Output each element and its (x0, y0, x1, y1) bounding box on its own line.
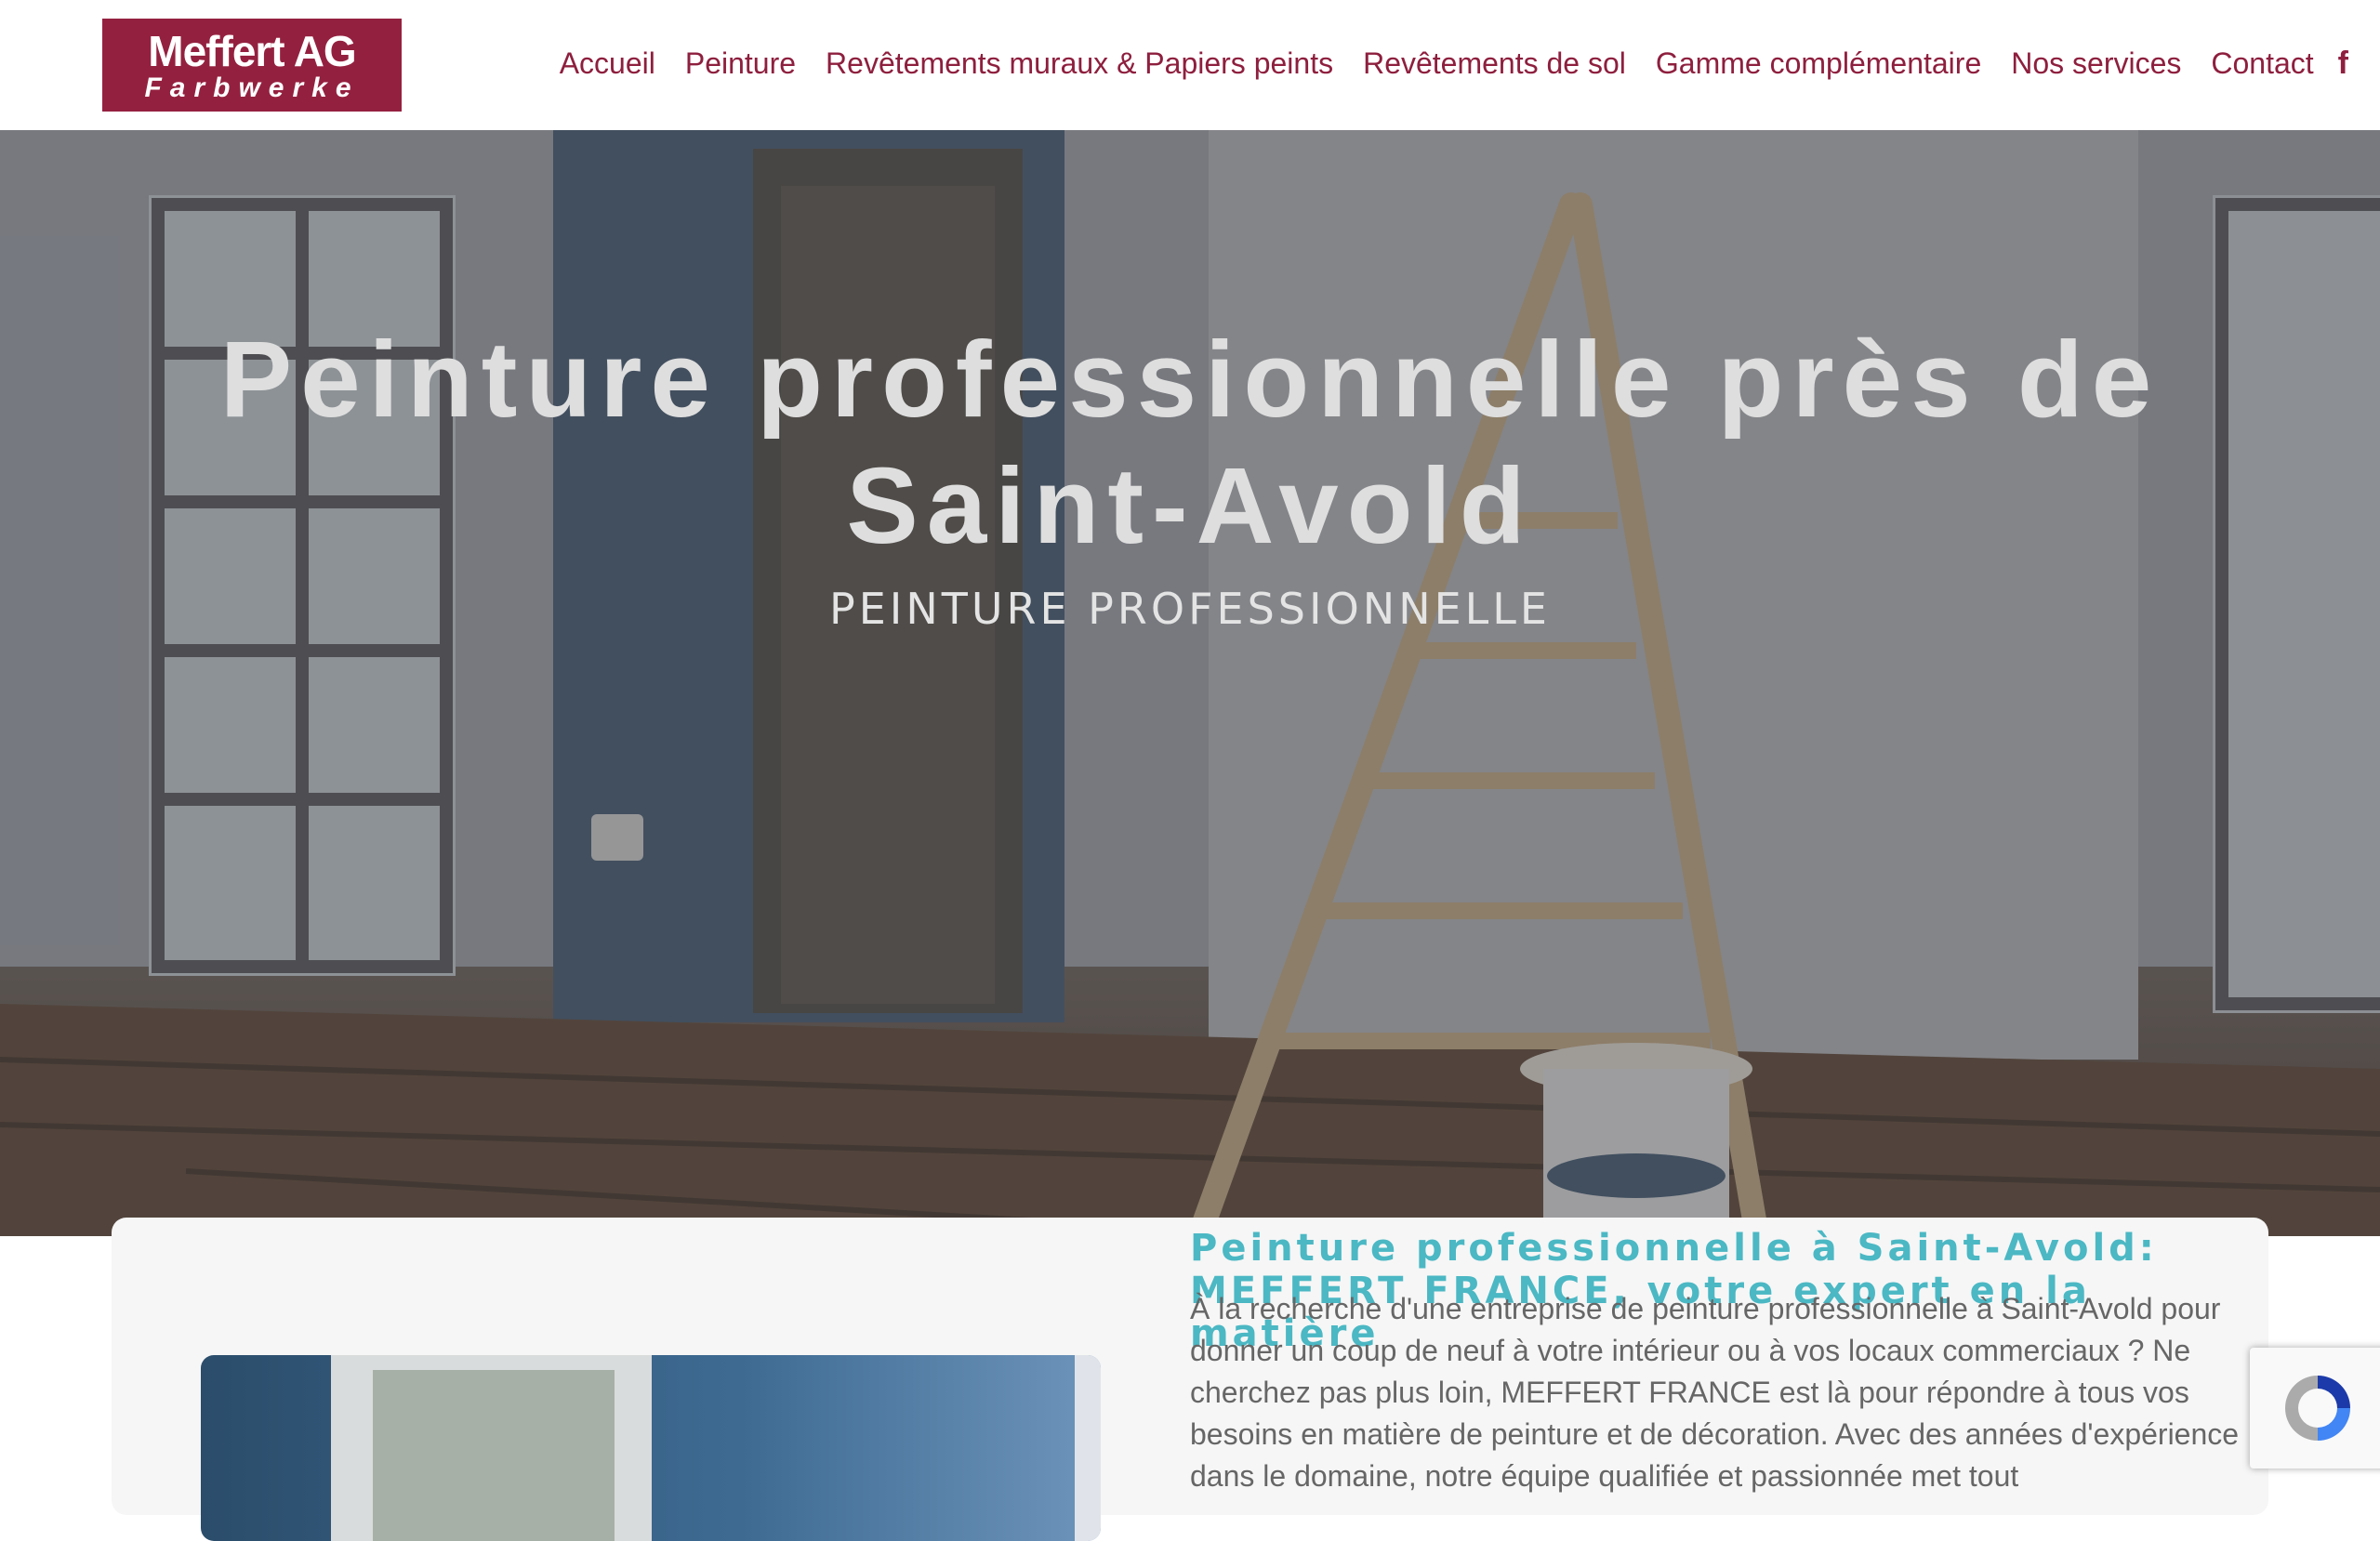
hero-banner: Peinture professionnelle près de Saint-A… (0, 130, 2380, 1236)
hero-subtitle: PEINTURE PROFESSIONNELLE (828, 584, 1551, 634)
nav-item-gamme-complementaire[interactable]: Gamme complémentaire (1656, 46, 1981, 81)
nav-item-revetements-sol[interactable]: Revêtements de sol (1363, 46, 1626, 81)
nav-item-nos-services[interactable]: Nos services (2011, 46, 2181, 81)
intro-text: À la recherche d'une entreprise de peint… (1190, 1292, 2240, 1493)
nav-item-contact[interactable]: Contact (2211, 46, 2313, 81)
main-nav: Accueil Peinture Revêtements muraux & Pa… (530, 41, 2348, 86)
site-header: Meffert AG Farbwerke Accueil Peinture Re… (0, 0, 2380, 130)
hero-overlay (0, 130, 2380, 1236)
hero-title-line1: Peinture professionnelle près de (219, 319, 2161, 440)
hero-title: Peinture professionnelle près de Saint-A… (0, 316, 2380, 569)
intro-title-line1: Peinture professionnelle à Saint-Avold: (1190, 1227, 2158, 1270)
nav-item-revetements-muraux[interactable]: Revêtements muraux & Papiers peints (826, 46, 1333, 81)
intro-image (201, 1355, 1101, 1541)
recaptcha-badge[interactable] (2250, 1348, 2380, 1469)
brand-name: Meffert AG (148, 27, 356, 75)
recaptcha-icon (2285, 1376, 2350, 1441)
nav-item-peinture[interactable]: Peinture (685, 46, 796, 81)
nav-item-accueil[interactable]: Accueil (560, 46, 655, 81)
intro-card: Peinture professionnelle à Saint-Avold: … (112, 1218, 2268, 1541)
brand-logo[interactable]: Meffert AG Farbwerke (102, 19, 402, 112)
brand-tagline: Farbwerke (144, 72, 360, 103)
hero-title-line2: Saint-Avold (846, 445, 1534, 566)
facebook-icon[interactable]: f (2338, 46, 2348, 82)
intro-image-scene (331, 1355, 1101, 1541)
